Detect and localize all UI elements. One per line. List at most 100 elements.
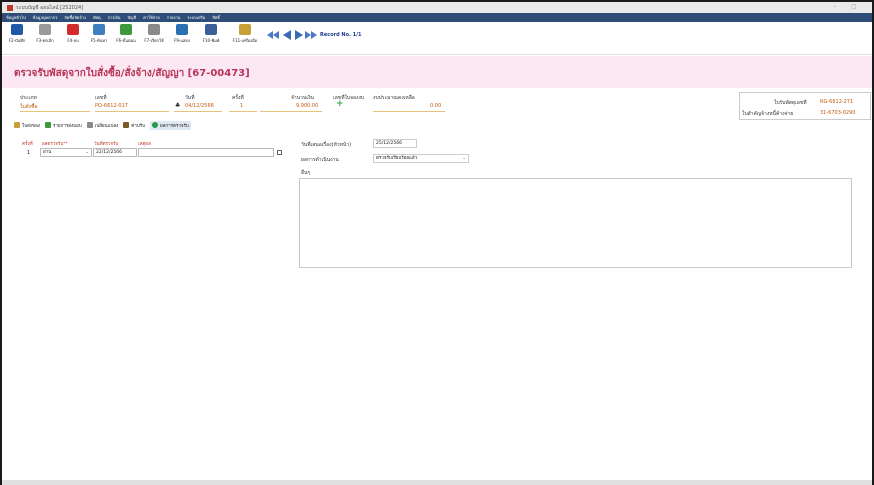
col-inspect-date: วันที่ตรวจรับ (94, 142, 119, 147)
last-record-icon[interactable] (305, 31, 311, 39)
date-value: 04/12/2566 (185, 103, 214, 109)
hand-icon (123, 122, 130, 128)
tab-delivery-items[interactable]: รายการส่งมอบ (44, 122, 82, 129)
amount-label: จำนวนเงิน (291, 95, 314, 101)
result-icon (151, 122, 158, 128)
status-label: ผลการดำเนินงาน (301, 157, 339, 163)
remain-label: งบประมาณคงเหลือ (373, 95, 415, 101)
display-icon (176, 24, 188, 35)
first-record-icon-part[interactable] (273, 31, 279, 39)
doc-underline (95, 111, 169, 112)
last-record-icon-part[interactable] (311, 31, 317, 39)
menu-general[interactable]: ข้อมูลทั่วไป (6, 14, 26, 21)
reason-field[interactable] (138, 148, 274, 157)
first-record-icon[interactable] (267, 31, 273, 39)
lookup-icon[interactable]: ♣ (175, 102, 180, 109)
tab-bar: ใบส่งของ รายการส่งมอบ เปลี่ยนแปลง ค่าปรั… (14, 120, 334, 130)
amount-underline (260, 111, 322, 112)
notes-textarea[interactable] (299, 178, 852, 268)
tab-label: ค่าปรับ (131, 123, 145, 129)
delete-label: F4-ลบ (67, 38, 79, 43)
menu-finance[interactable]: การเงิน (108, 14, 121, 21)
display-label: F9-แสดง (174, 38, 190, 43)
menu-accounting[interactable]: บัญชี (128, 14, 137, 21)
next-record-icon[interactable] (295, 30, 303, 40)
row-checkbox[interactable] (277, 150, 282, 155)
reference-box: ใบรับพัสดุเลขที่ RG-6612-271 ใบสำคัญจ้าง… (739, 92, 871, 120)
tab-label: รายการส่งมอบ (52, 123, 82, 129)
recall-button[interactable]: F7-เรียกใช้ (141, 24, 167, 44)
minimize-icon[interactable]: – (833, 3, 836, 10)
col-round: ครั้งที่ (22, 142, 33, 147)
delete-icon (67, 24, 79, 35)
tools-button[interactable]: F11-เครื่องมือ (227, 24, 263, 44)
search-icon (93, 24, 105, 35)
menu-bar: ข้อมูลทั่วไป ข้อมูลบุคลากร จัดซื้อจัดจ้า… (2, 13, 872, 22)
print-icon (205, 24, 217, 35)
row-number: 1 (27, 150, 31, 156)
search-button[interactable]: F5-ค้นหา (86, 24, 112, 44)
display-button[interactable]: F9-แสดง (169, 24, 195, 44)
receipt-value[interactable]: RG-6612-271 (820, 99, 853, 105)
round-value: 1 (240, 103, 244, 109)
app-window: ระบบบัญชี ออนไลน์ [252024] – ▢ ข้อมูลทั่… (0, 0, 874, 485)
save-icon (11, 24, 23, 35)
type-label: ประเภท (20, 95, 37, 101)
maximize-icon[interactable]: ▢ (851, 3, 857, 10)
status-select[interactable]: ตรวจรับเรียบร้อยแล้ว ⌄ (373, 154, 469, 163)
page-header: ตรวจรับพัสดุจากใบสั่งซื้อ/สั่งจ้าง/สัญญา… (2, 56, 872, 88)
delete-button[interactable]: F4-ลบ (60, 24, 86, 44)
save-button[interactable]: F2-บันทึก (4, 24, 30, 44)
debt-value[interactable]: 31-6703-0290 (820, 110, 855, 116)
amount-value: 9,900.00 (296, 103, 319, 109)
check-icon (44, 122, 51, 128)
status-value: ตรวจรับเรียบร้อยแล้ว (376, 156, 418, 161)
status-bar (2, 480, 872, 485)
workflow-label: F6-ขั้นตอน (116, 38, 136, 43)
workflow-icon (120, 24, 132, 35)
app-icon (7, 4, 13, 11)
document-icon (14, 122, 20, 128)
menu-expenses[interactable]: ค่าใช้จ่าย (143, 14, 160, 21)
menu-procurement[interactable]: จัดซื้อจัดจ้าง (64, 14, 86, 21)
other-label: อื่นๆ (301, 170, 311, 176)
title-bar: ระบบบัญชี ออนไลน์ [252024] – ▢ (2, 2, 872, 13)
type-underline (20, 111, 90, 112)
cancel-button[interactable]: F3-ยกเลิก (32, 24, 58, 44)
type-value: ใบสั่งซื้อ (20, 104, 38, 110)
prev-record-icon[interactable] (283, 30, 291, 40)
doc-value[interactable]: PO-6612-017 (95, 103, 128, 109)
toolbar: F2-บันทึก F3-ยกเลิก F4-ลบ F5-ค้นหา F6-ขั… (2, 22, 872, 61)
date-underline (174, 111, 222, 112)
date-label: วันที่ (185, 95, 195, 101)
tab-label: ผลการตรวจรับ (159, 123, 189, 129)
tab-changes[interactable]: เปลี่ยนแปลง (86, 122, 118, 129)
window-title: ระบบบัญชี ออนไลน์ [252024] (16, 4, 84, 11)
submit-date-field[interactable]: 25/12/2566 (373, 139, 417, 148)
workflow-button[interactable]: F6-ขั้นตอน (113, 24, 139, 44)
cancel-label: F3-ยกเลิก (36, 38, 54, 43)
menu-extra[interactable]: ระบบเสริม (187, 14, 205, 21)
menu-supplies[interactable]: พัสดุ (93, 14, 101, 21)
save-label: F2-บันทึก (8, 38, 26, 43)
tab-label: ใบส่งของ (22, 123, 40, 129)
tab-inspection-result[interactable]: ผลการตรวจรับ (149, 120, 191, 130)
receipt-label: ใบรับพัสดุเลขที่ (774, 100, 807, 106)
print-button[interactable]: F10-พิมพ์ (198, 24, 224, 44)
doc-label: เลขที่ (95, 95, 107, 101)
inspect-date-field[interactable]: 22/12/2566 (93, 148, 137, 157)
add-icon[interactable]: + (336, 100, 344, 109)
menu-rights[interactable]: สิทธิ์ (212, 14, 220, 21)
remain-underline (373, 111, 445, 112)
record-nav (267, 30, 317, 40)
record-number: Record No. 1/1 (320, 32, 362, 38)
col-reason: เหตุผล (138, 142, 151, 147)
menu-reports[interactable]: รายงาน (167, 14, 181, 21)
menu-personnel[interactable]: ข้อมูลบุคลากร (33, 14, 58, 21)
result-select[interactable]: ผ่าน ⌄ (40, 148, 92, 157)
tab-penalty[interactable]: ค่าปรับ (123, 122, 145, 129)
tab-delivery-note[interactable]: ใบส่งของ (14, 122, 40, 129)
tools-icon (239, 24, 251, 35)
result-value: ผ่าน (43, 150, 52, 155)
cancel-icon (39, 24, 51, 35)
